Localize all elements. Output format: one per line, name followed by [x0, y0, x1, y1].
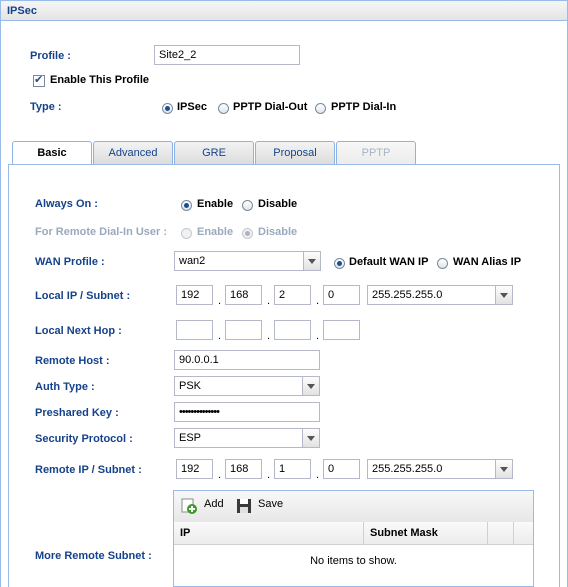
more-remote-subnet-grid: Add Save IP Subnet Mask No items to show… [173, 490, 534, 587]
type-ipsec-label: IPSec [177, 101, 207, 113]
local-ip-octet-1[interactable] [176, 285, 213, 305]
chevron-down-icon [495, 460, 512, 478]
local-next-hop-label: Local Next Hop : [35, 325, 122, 337]
profile-input[interactable] [154, 45, 300, 65]
column-action [488, 522, 514, 544]
default-wan-ip-label: Default WAN IP [349, 256, 429, 268]
tab-pptp[interactable]: PPTP [336, 141, 416, 164]
add-button[interactable]: Add [204, 498, 224, 510]
chevron-down-icon [302, 429, 319, 447]
remote-dialin-label: For Remote Dial-In User : [35, 226, 168, 238]
wan-profile-label: WAN Profile : [35, 256, 105, 268]
column-ip[interactable]: IP [174, 522, 364, 544]
remote-ip-label: Remote IP / Subnet : [35, 464, 142, 476]
default-wan-ip-radio[interactable] [334, 258, 345, 269]
type-pptp-dialin-label: PPTP Dial-In [331, 101, 397, 113]
wan-alias-ip-radio[interactable] [437, 258, 448, 269]
auth-type-select[interactable]: PSK [174, 376, 320, 396]
tab-basic[interactable]: Basic [12, 141, 92, 165]
remote-dialin-disable-label: Disable [258, 226, 298, 238]
always-on-enable-radio[interactable] [181, 200, 192, 211]
wan-alias-ip-label: WAN Alias IP [453, 256, 522, 268]
enable-profile-label: Enable This Profile [50, 74, 150, 86]
wan-profile-value: wan2 [179, 255, 206, 267]
remote-host-input[interactable] [174, 350, 320, 370]
auth-type-label: Auth Type : [35, 381, 95, 393]
next-hop-octet-4[interactable] [323, 320, 360, 340]
security-protocol-select[interactable]: ESP [174, 428, 320, 448]
security-protocol-value: ESP [179, 432, 202, 444]
type-label: Type : [30, 101, 62, 113]
remote-host-label: Remote Host : [35, 355, 110, 367]
grid-header: IP Subnet Mask [174, 522, 533, 545]
type-pptp-dialin-radio[interactable] [315, 103, 326, 114]
tab-advanced[interactable]: Advanced [93, 141, 173, 164]
preshared-key-label: Preshared Key : [35, 407, 119, 419]
save-icon [237, 499, 251, 513]
next-hop-octet-3[interactable] [274, 320, 311, 340]
remote-dialin-enable-label: Enable [197, 226, 234, 238]
grid-empty-text: No items to show. [310, 555, 397, 567]
tab-proposal[interactable]: Proposal [255, 141, 335, 164]
profile-label: Profile : [30, 50, 71, 62]
local-ip-octet-2[interactable] [225, 285, 262, 305]
local-subnet-value: 255.255.255.0 [372, 289, 443, 301]
auth-type-value: PSK [179, 380, 202, 392]
remote-ip-octet-1[interactable] [176, 459, 213, 479]
always-on-enable-label: Enable [197, 198, 234, 210]
always-on-label: Always On : [35, 198, 98, 210]
remote-ip-octet-2[interactable] [225, 459, 262, 479]
remote-subnet-select[interactable]: 255.255.255.0 [367, 459, 513, 479]
more-remote-subnet-label: More Remote Subnet : [35, 550, 152, 562]
chevron-down-icon [495, 286, 512, 304]
type-pptp-dialout-label: PPTP Dial-Out [233, 101, 308, 113]
remote-ip-octet-4[interactable] [323, 459, 360, 479]
wan-profile-select[interactable]: wan2 [174, 251, 321, 271]
save-button[interactable]: Save [258, 498, 283, 510]
column-subnet-mask[interactable]: Subnet Mask [364, 522, 488, 544]
next-hop-octet-2[interactable] [225, 320, 262, 340]
local-ip-label: Local IP / Subnet : [35, 290, 131, 302]
chevron-down-icon [302, 377, 319, 395]
window-title: IPSec [7, 5, 37, 17]
local-ip-octet-3[interactable] [274, 285, 311, 305]
local-subnet-select[interactable]: 255.255.255.0 [367, 285, 513, 305]
always-on-disable-label: Disable [258, 198, 298, 210]
type-pptp-dialout-radio[interactable] [218, 103, 229, 114]
add-icon [181, 498, 197, 514]
tab-gre[interactable]: GRE [174, 141, 254, 164]
grid-toolbar: Add Save [174, 491, 533, 523]
remote-dialin-disable-radio[interactable] [242, 228, 253, 239]
remote-subnet-value: 255.255.255.0 [372, 463, 443, 475]
local-ip-octet-4[interactable] [323, 285, 360, 305]
next-hop-octet-1[interactable] [176, 320, 213, 340]
window-title-bar: IPSec [0, 0, 568, 21]
type-ipsec-radio[interactable] [162, 103, 173, 114]
always-on-disable-radio[interactable] [242, 200, 253, 211]
remote-ip-octet-3[interactable] [274, 459, 311, 479]
chevron-down-icon [303, 252, 320, 270]
enable-profile-checkbox[interactable] [33, 73, 45, 87]
security-protocol-label: Security Protocol : [35, 433, 133, 445]
preshared-key-input[interactable]: •••••••••••••• [174, 402, 320, 422]
remote-dialin-enable-radio[interactable] [181, 228, 192, 239]
